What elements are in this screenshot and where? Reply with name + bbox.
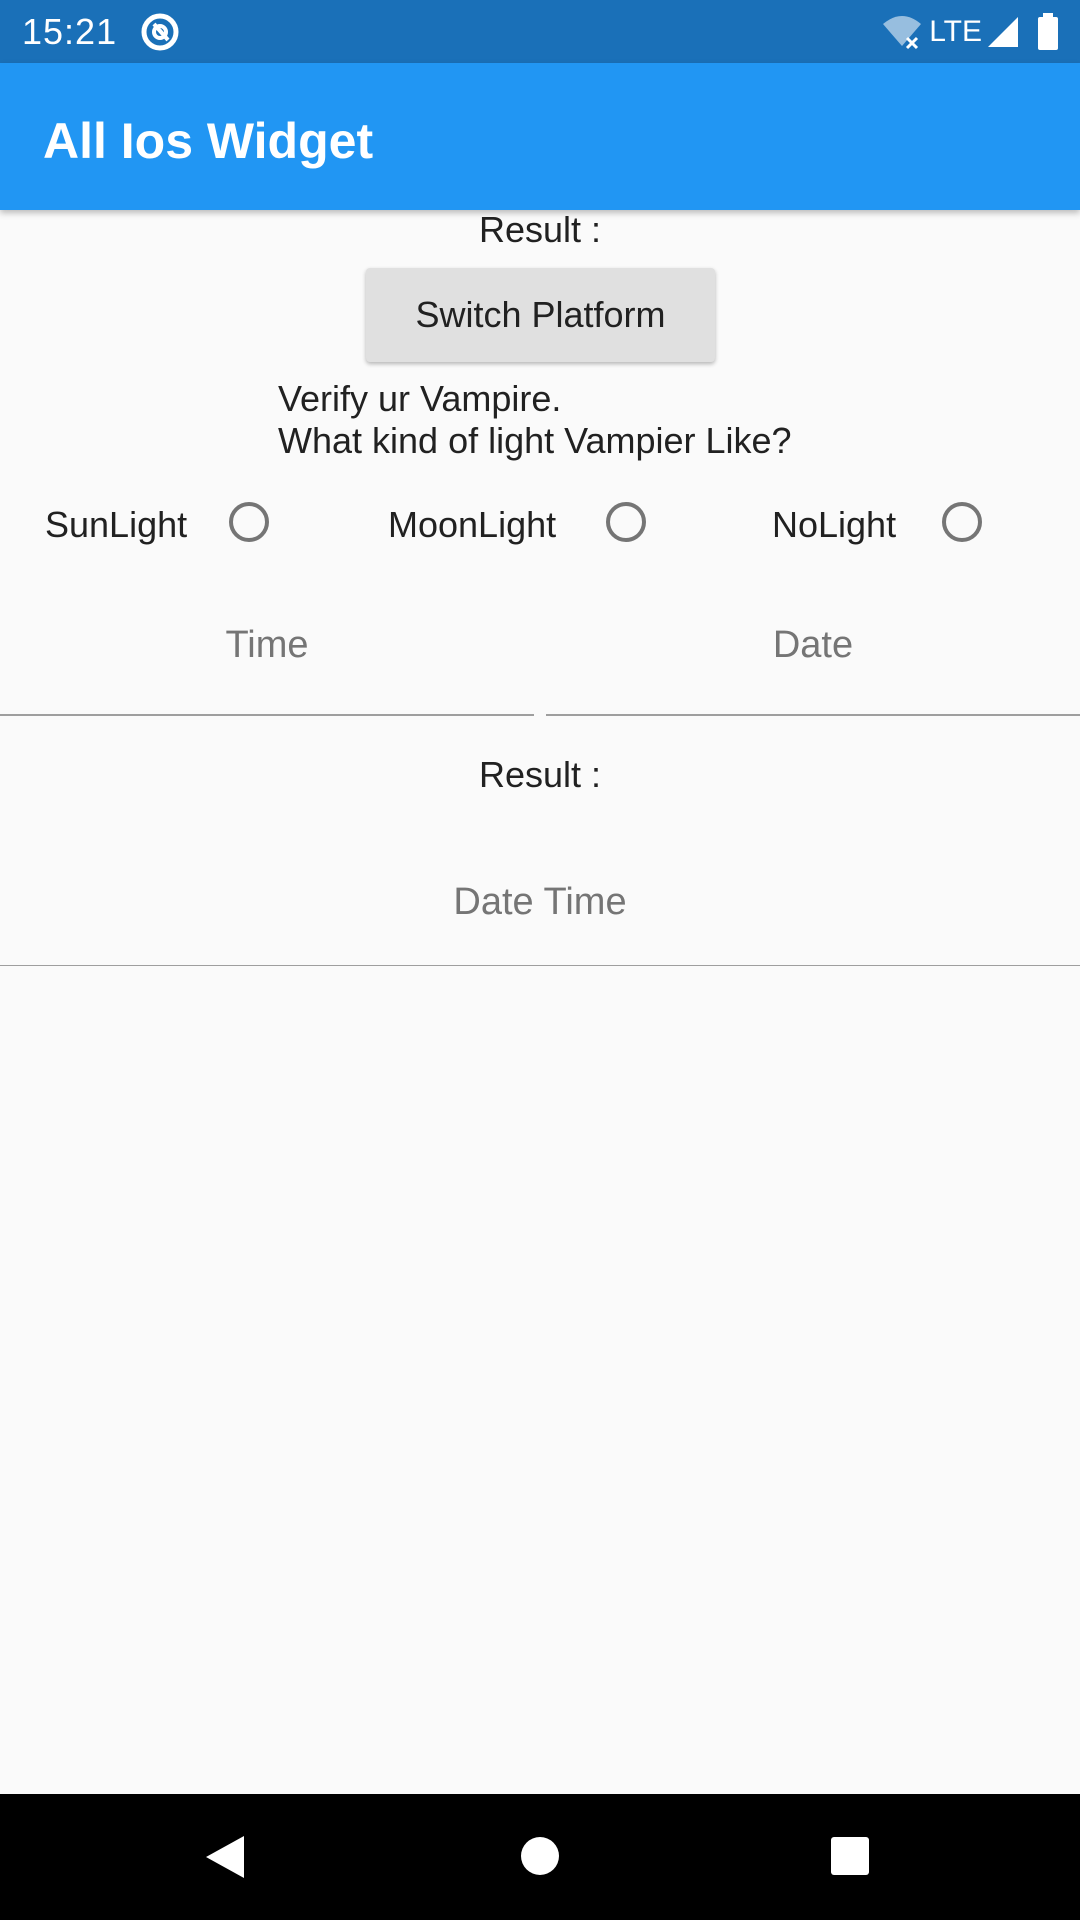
light-radio-group: SunLight MoonLight NoLight bbox=[0, 495, 1080, 555]
time-placeholder: Time bbox=[225, 624, 309, 666]
app-title: All Ios Widget bbox=[43, 113, 374, 169]
switch-platform-button[interactable]: Switch Platform bbox=[366, 268, 715, 362]
result-label-middle: Result : bbox=[478, 754, 602, 795]
status-time: 15:21 bbox=[22, 11, 118, 52]
vampire-question: Verify ur Vampire. What kind of light Va… bbox=[278, 378, 792, 462]
question-line-2: What kind of light Vampier Like? bbox=[278, 420, 792, 461]
wifi-off-icon bbox=[883, 16, 922, 50]
radio-label-moonlight: MoonLight bbox=[388, 504, 557, 545]
signal-icon bbox=[988, 17, 1018, 47]
app-bar: All Ios Widget bbox=[0, 63, 1080, 210]
result-label-top: Result : bbox=[478, 209, 602, 250]
radio-nolight[interactable] bbox=[942, 502, 982, 542]
navigation-bar bbox=[0, 1794, 1080, 1920]
battery-icon bbox=[1038, 13, 1058, 50]
status-indicators: LTE bbox=[881, 10, 1062, 54]
radio-moonlight[interactable] bbox=[606, 502, 646, 542]
time-field[interactable]: Time bbox=[0, 594, 534, 716]
recents-icon[interactable] bbox=[830, 1836, 870, 1876]
radio-label-nolight: NoLight bbox=[772, 504, 897, 545]
back-icon[interactable] bbox=[204, 1834, 246, 1880]
app-notification-icon bbox=[141, 13, 179, 51]
datetime-field[interactable]: Date Time bbox=[0, 845, 1080, 966]
radio-sunlight[interactable] bbox=[229, 502, 269, 542]
date-field[interactable]: Date bbox=[546, 594, 1080, 716]
radio-label-sunlight: SunLight bbox=[45, 504, 188, 545]
date-placeholder: Date bbox=[772, 624, 854, 666]
network-type: LTE bbox=[929, 15, 982, 48]
home-icon[interactable] bbox=[520, 1836, 560, 1876]
datetime-placeholder: Date Time bbox=[453, 881, 627, 923]
question-line-1: Verify ur Vampire. bbox=[278, 378, 562, 419]
status-bar: 15:21 LTE bbox=[0, 0, 1080, 63]
